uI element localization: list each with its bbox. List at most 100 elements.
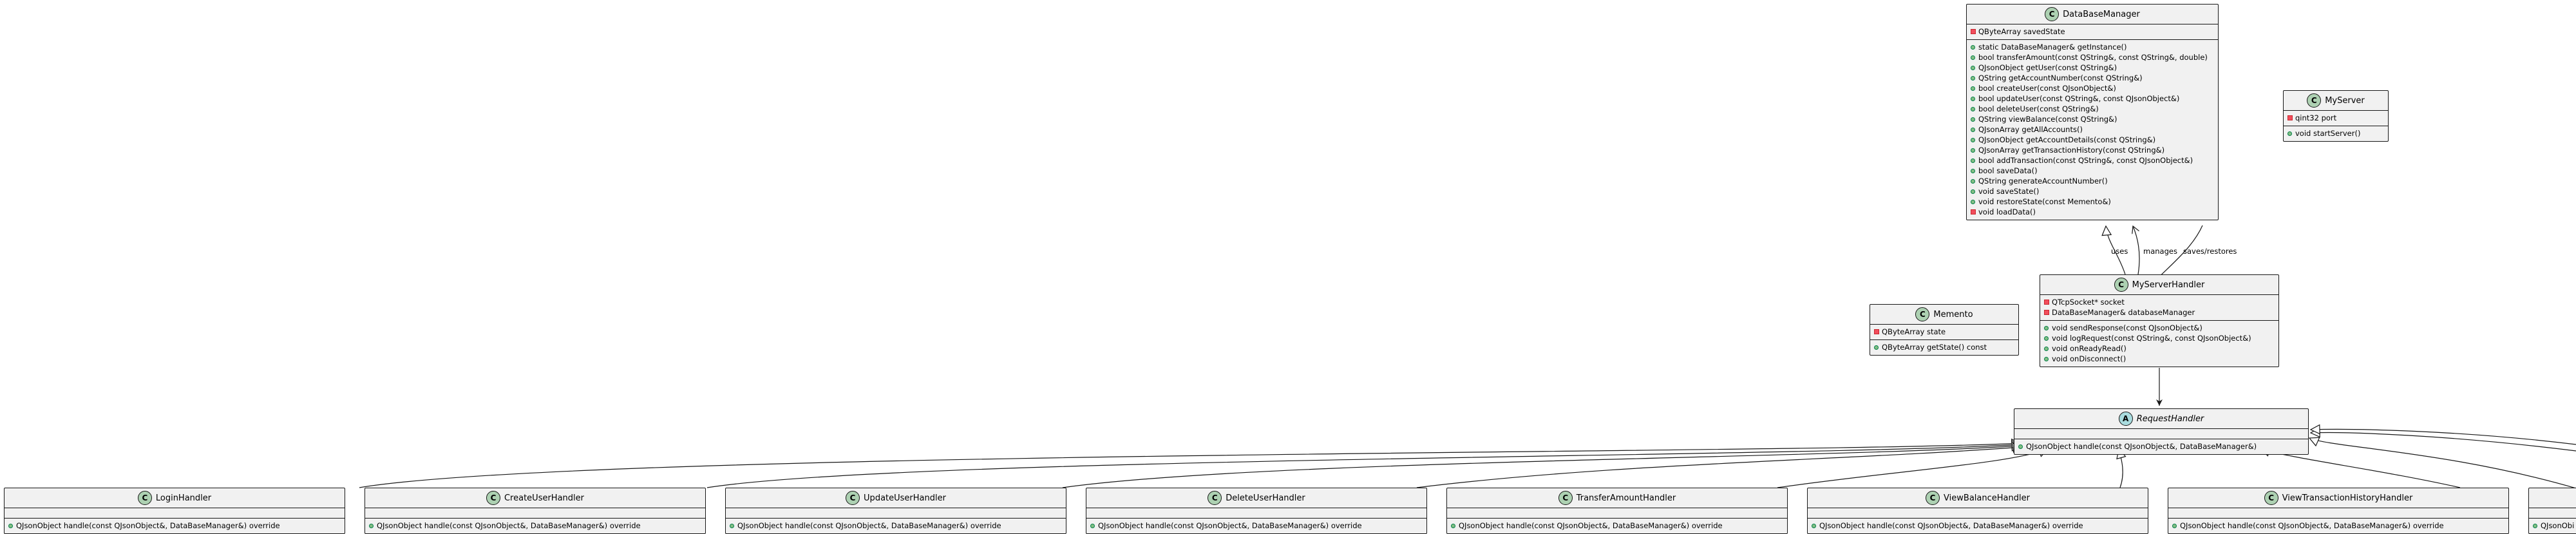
method-text: QJsonObject getUser(const QString&) bbox=[1978, 63, 2117, 72]
method-row: void onReadyRead() bbox=[2044, 343, 2275, 354]
public-visibility-icon bbox=[1971, 66, 1978, 70]
edge-offscreen-2 bbox=[2311, 429, 2576, 445]
method-row: QString generateAccountNumber() bbox=[1971, 176, 2214, 186]
method-text: QJsonObject handle(const QJsonObject&, D… bbox=[1459, 521, 1723, 530]
method-row: QJsonObject handle(const QJsonObject&, D… bbox=[1090, 520, 1423, 531]
attribute-text: DataBaseManager& databaseManager bbox=[2052, 308, 2195, 317]
public-visibility-icon bbox=[1971, 158, 1978, 163]
class-header: C MyServer bbox=[2284, 91, 2388, 110]
method-text: QString generateAccountNumber() bbox=[1978, 176, 2108, 186]
public-visibility-icon bbox=[1971, 107, 1978, 111]
attributes-section bbox=[1808, 508, 2148, 518]
public-visibility-icon bbox=[1971, 200, 1978, 204]
method-row: QJsonArray getAllAccounts() bbox=[1971, 124, 2214, 135]
class-name: MyServer bbox=[2325, 95, 2365, 106]
class-header: C DeleteUserHandler bbox=[1086, 488, 1426, 508]
method-text: QJsonObject handle(const QJsonObject&, D… bbox=[1098, 521, 1362, 530]
method-row: QJsonObject handle(const QJsonObject&, D… bbox=[8, 520, 341, 531]
private-visibility-icon bbox=[2287, 115, 2295, 120]
public-visibility-icon bbox=[2172, 524, 2180, 528]
public-visibility-icon bbox=[2044, 336, 2052, 341]
method-row: QJsonObject handle(const QJsonObject&, D… bbox=[369, 520, 701, 531]
class-header: C LoginHandler bbox=[5, 488, 345, 508]
attribute-row: qint32 port bbox=[2287, 113, 2384, 123]
attribute-text: qint32 port bbox=[2295, 113, 2337, 122]
methods-section: QJsonObject handle(const QJsonObject&, D… bbox=[2014, 439, 2308, 454]
method-row: void saveState() bbox=[1971, 186, 2214, 196]
class-request-handler: A RequestHandler QJsonObject handle(cons… bbox=[2014, 408, 2309, 455]
class-name: DataBaseManager bbox=[2063, 9, 2140, 19]
public-visibility-icon bbox=[1971, 138, 1978, 142]
private-visibility-icon bbox=[1971, 209, 1978, 215]
class-c-badge-icon: C bbox=[486, 491, 500, 505]
attribute-row: QTcpSocket* socket bbox=[2044, 297, 2275, 307]
method-row: void logRequest(const QString&, const QJ… bbox=[2044, 333, 2275, 343]
class-header: C ViewBalanceHandler bbox=[1808, 488, 2148, 508]
class-my-server: C MyServer qint32 port void startServer(… bbox=[2283, 90, 2389, 142]
class-header: C ViewTransactionHistoryHandler bbox=[2168, 488, 2508, 508]
class-name: RequestHandler bbox=[2136, 414, 2204, 424]
class-database-manager: C DataBaseManager QByteArray savedState … bbox=[1966, 4, 2219, 220]
class-name: Memento bbox=[1933, 309, 1973, 319]
method-row: void onDisconnect() bbox=[2044, 354, 2275, 364]
method-row: bool transferAmount(const QString&, cons… bbox=[1971, 52, 2214, 62]
class-delete-user-handler: C DeleteUserHandler QJsonObject handle(c… bbox=[1086, 488, 1427, 534]
edge-transfer-extends-request bbox=[1777, 449, 2048, 488]
public-visibility-icon bbox=[2533, 524, 2541, 528]
class-my-server-handler: C MyServerHandler QTcpSocket* socket Dat… bbox=[2040, 274, 2279, 367]
class-header: C MyServerHandler bbox=[2040, 275, 2278, 294]
class-view-balance-handler: C ViewBalanceHandler QJsonObject handle(… bbox=[1807, 488, 2148, 534]
edge-balance-extends-request bbox=[2119, 449, 2123, 488]
label-manages: manages bbox=[2143, 247, 2177, 256]
attributes-section: QTcpSocket* socket DataBaseManager& data… bbox=[2040, 294, 2278, 320]
methods-section: QJsonObject handle(const QJsonObject&, D… bbox=[1447, 518, 1787, 533]
class-name: CreateUserHandler bbox=[504, 493, 584, 503]
methods-section: QJsonObject handle(const QJsonObject&, D… bbox=[726, 518, 1066, 533]
attributes-section bbox=[2529, 508, 2576, 518]
method-text: bool addTransaction(const QString&, cons… bbox=[1978, 156, 2193, 165]
method-text: void startServer() bbox=[2295, 129, 2361, 138]
methods-section: QJsonObject handle(const QJsonObject&, D… bbox=[2168, 518, 2508, 533]
edge-login-extends-request bbox=[359, 443, 2021, 488]
attributes-section bbox=[1447, 508, 1787, 518]
method-row: void restoreState(const Memento&) bbox=[1971, 196, 2214, 207]
attributes-section: QByteArray state bbox=[1870, 324, 2018, 339]
method-row: bool createUser(const QJsonObject&) bbox=[1971, 83, 2214, 93]
public-visibility-icon bbox=[1812, 524, 1819, 528]
public-visibility-icon bbox=[1971, 55, 1978, 60]
public-visibility-icon bbox=[1971, 179, 1978, 184]
method-row: QJsonObject getUser(const QString&) bbox=[1971, 62, 2214, 73]
method-text: QJsonObject handle(const QJsonObject&, D… bbox=[377, 521, 641, 530]
method-text: bool saveData() bbox=[1978, 166, 2038, 175]
public-visibility-icon bbox=[369, 524, 377, 528]
method-text: void onReadyRead() bbox=[2052, 344, 2126, 353]
attributes-section bbox=[2168, 508, 2508, 518]
class-c-badge-icon: C bbox=[2264, 491, 2278, 505]
method-text: QString viewBalance(const QString&) bbox=[1978, 115, 2117, 124]
attributes-section bbox=[1086, 508, 1426, 518]
method-text: void onDisconnect() bbox=[2052, 354, 2126, 363]
method-text: QJsonObject handle(const QJsonObject&, D… bbox=[737, 521, 1001, 530]
method-text: void sendResponse(const QJsonObject&) bbox=[2052, 323, 2202, 332]
methods-section: QJsonObject handle(const QJsonObject&, D… bbox=[365, 518, 705, 533]
attributes-section bbox=[2014, 428, 2308, 439]
public-visibility-icon bbox=[2044, 326, 2052, 330]
method-text: QJsonObject handle(const QJsonObject&, D… bbox=[2180, 521, 2444, 530]
attribute-row: DataBaseManager& databaseManager bbox=[2044, 307, 2275, 318]
class-name: UpdateUserHandler bbox=[864, 493, 946, 503]
class-partial-handler: QJsonObi bbox=[2528, 488, 2576, 534]
method-text: QJsonObject getAccountDetails(const QStr… bbox=[1978, 135, 2156, 144]
class-name: ViewTransactionHistoryHandler bbox=[2282, 493, 2413, 503]
method-text: QJsonObject handle(const QJsonObject&, D… bbox=[2026, 442, 2257, 451]
methods-section: void sendResponse(const QJsonObject&) vo… bbox=[2040, 320, 2278, 367]
attributes-section bbox=[5, 508, 345, 518]
public-visibility-icon bbox=[1971, 97, 1978, 101]
public-visibility-icon bbox=[1874, 345, 1882, 350]
public-visibility-icon bbox=[2018, 444, 2026, 449]
method-row: QJsonObject handle(const QJsonObject&, D… bbox=[1451, 520, 1783, 531]
method-text: bool updateUser(const QString&, const QJ… bbox=[1978, 94, 2180, 103]
class-name: DeleteUserHandler bbox=[1226, 493, 1305, 503]
public-visibility-icon bbox=[2287, 131, 2295, 136]
method-row: bool updateUser(const QString&, const QJ… bbox=[1971, 93, 2214, 104]
methods-section: QJsonObject handle(const QJsonObject&, D… bbox=[5, 518, 345, 533]
